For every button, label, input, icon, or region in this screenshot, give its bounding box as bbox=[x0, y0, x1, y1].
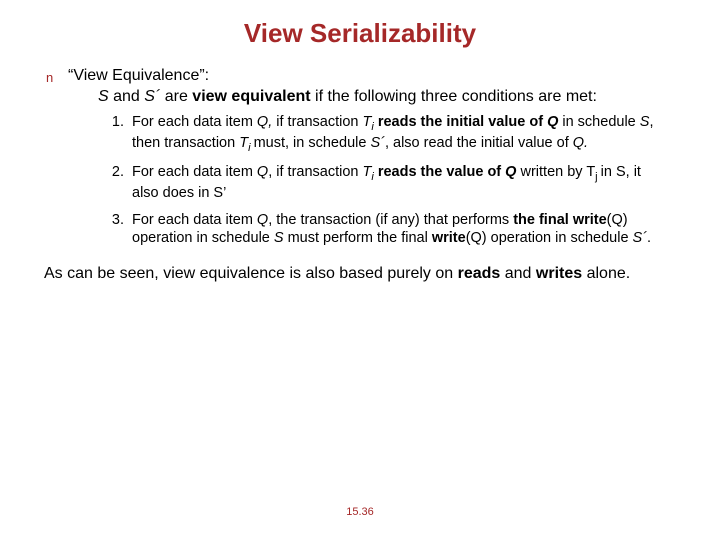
text-bold: reads the value of bbox=[374, 164, 505, 180]
text: are bbox=[165, 88, 193, 105]
term-reads: reads bbox=[458, 265, 501, 282]
text: , also read the initial value of bbox=[385, 135, 573, 151]
text-bold: reads the initial value of bbox=[374, 114, 547, 130]
text: (Q) bbox=[607, 212, 628, 228]
text: and bbox=[113, 88, 144, 105]
var-Tj: T bbox=[586, 164, 595, 180]
text: written by bbox=[520, 164, 586, 180]
text: in schedule bbox=[558, 114, 639, 130]
var-Ti: T bbox=[239, 135, 248, 151]
text: alone. bbox=[582, 265, 630, 282]
text: if transaction bbox=[272, 114, 362, 130]
var-S-prime: S´ bbox=[370, 135, 385, 151]
condition-3: For each data item Q, the transaction (i… bbox=[128, 211, 680, 248]
var-S-prime: S´ bbox=[633, 230, 648, 246]
term-writes: writes bbox=[536, 265, 582, 282]
term-view-equivalent: view equivalent bbox=[192, 88, 310, 105]
text: , if transaction bbox=[268, 164, 362, 180]
var-S: S bbox=[274, 230, 284, 246]
text: , the transaction (if any) that performs bbox=[268, 212, 513, 228]
text-bold: write bbox=[432, 230, 466, 246]
var-Q: Q bbox=[505, 164, 520, 180]
text: . bbox=[647, 230, 651, 246]
var-Q: Q, bbox=[257, 114, 272, 130]
var-Q: Q. bbox=[573, 135, 588, 151]
text: (Q) bbox=[466, 230, 491, 246]
text-bold: the final write bbox=[513, 212, 606, 228]
bullet-marker: n bbox=[46, 67, 68, 85]
page-title: View Serializability bbox=[40, 18, 680, 49]
conditions-list: For each data item Q, if transaction Ti … bbox=[40, 113, 680, 248]
text: As can be seen, view equivalence is also… bbox=[44, 265, 458, 282]
text: must, in schedule bbox=[254, 135, 371, 151]
text: operation in schedule bbox=[132, 230, 274, 246]
text: For each data item bbox=[132, 212, 257, 228]
var-S: S bbox=[98, 88, 113, 105]
conclusion-paragraph: As can be seen, view equivalence is also… bbox=[44, 262, 680, 286]
bullet-item: n “View Equivalence”: bbox=[46, 67, 680, 85]
text: must perform the final bbox=[284, 230, 432, 246]
var-S: S bbox=[640, 114, 650, 130]
var-Q: Q bbox=[257, 164, 268, 180]
condition-1: For each data item Q, if transaction Ti … bbox=[128, 113, 680, 155]
var-Q: Q bbox=[547, 114, 558, 130]
text: and bbox=[500, 265, 536, 282]
intro-paragraph: S and S´ are view equivalent if the foll… bbox=[98, 87, 680, 107]
text: operation in schedule bbox=[491, 230, 633, 246]
condition-2: For each data item Q, if transaction Ti … bbox=[128, 163, 680, 203]
page-number: 15.36 bbox=[0, 506, 720, 518]
text: For each data item bbox=[132, 164, 257, 180]
var-S-prime: S´ bbox=[144, 88, 164, 105]
var-Q: Q bbox=[257, 212, 268, 228]
text: if the following three conditions are me… bbox=[311, 88, 597, 105]
bullet-head-text: “View Equivalence”: bbox=[68, 67, 209, 85]
text: For each data item bbox=[132, 114, 257, 130]
